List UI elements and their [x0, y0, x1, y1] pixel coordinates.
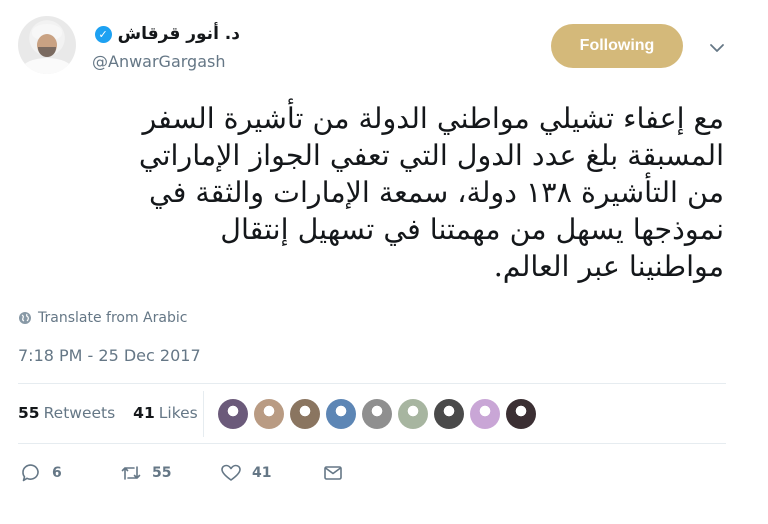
reply-action[interactable]: 6: [20, 462, 120, 484]
reply-count: 6: [52, 465, 62, 481]
retweets-stat[interactable]: 55 Retweets: [18, 404, 115, 422]
tweet-text: مع إعفاء تشيلي مواطني الدولة من تأشيرة ا…: [18, 100, 724, 285]
retweets-label: Retweets: [43, 404, 116, 422]
liker-avatar[interactable]: [290, 399, 320, 429]
liker-avatar[interactable]: [362, 399, 392, 429]
author-name-row[interactable]: د. أنور قرقاش ✓: [94, 24, 240, 44]
tweet-line: المسبقة بلغ عدد الدول التي تعفي الجواز ا…: [138, 139, 724, 172]
heart-icon: [221, 464, 241, 481]
direct-message-action[interactable]: [322, 462, 344, 484]
liker-avatar[interactable]: [218, 399, 248, 429]
like-count: 41: [252, 465, 272, 481]
likes-stat[interactable]: 41 Likes: [133, 404, 198, 422]
liker-avatar[interactable]: [506, 399, 536, 429]
avatar-body: [22, 58, 72, 74]
retweet-count: 55: [152, 465, 172, 481]
envelope-icon: [324, 466, 342, 480]
likes-label: Likes: [158, 404, 198, 422]
retweet-icon: [121, 466, 141, 480]
divider: [18, 443, 726, 444]
stats-divider: [203, 391, 204, 437]
tweet-stats: 55 Retweets 41 Likes: [18, 404, 198, 422]
liker-avatar[interactable]: [254, 399, 284, 429]
following-button[interactable]: Following: [551, 24, 683, 68]
retweets-count: 55: [18, 404, 40, 422]
likes-count: 41: [133, 404, 155, 422]
author-handle[interactable]: @AnwarGargash: [92, 52, 226, 71]
author-display-name[interactable]: د. أنور قرقاش: [118, 24, 240, 44]
tweet-line: مواطنينا عبر العالم.: [493, 250, 724, 283]
divider: [18, 383, 726, 384]
chevron-down-icon[interactable]: [707, 38, 727, 58]
author-avatar[interactable]: [18, 16, 76, 74]
liker-avatar[interactable]: [470, 399, 500, 429]
liker-avatar[interactable]: [326, 399, 356, 429]
liker-avatar[interactable]: [434, 399, 464, 429]
reply-icon: [22, 464, 39, 482]
tweet-actions: 6 55 41: [20, 462, 344, 484]
tweet-line: نموذجها يسهل من مهمتنا في تسهيل إنتقال: [220, 213, 724, 246]
tweet-timestamp[interactable]: 7:18 PM - 25 Dec 2017: [18, 346, 201, 365]
tweet-line: من التأشيرة ١٣٨ دولة، سمعة الإمارات والث…: [148, 176, 724, 209]
translate-label[interactable]: Translate from Arabic: [38, 310, 187, 326]
liker-avatar[interactable]: [398, 399, 428, 429]
like-action[interactable]: 41: [220, 462, 322, 484]
globe-icon: [19, 312, 31, 324]
tweet-line: مع إعفاء تشيلي مواطني الدولة من تأشيرة ا…: [142, 102, 724, 135]
retweet-action[interactable]: 55: [120, 462, 220, 484]
verified-badge-icon: ✓: [94, 25, 112, 43]
avatar-beard: [38, 47, 56, 57]
liker-avatars: [218, 399, 536, 429]
translate-link[interactable]: Translate from Arabic: [18, 310, 187, 326]
